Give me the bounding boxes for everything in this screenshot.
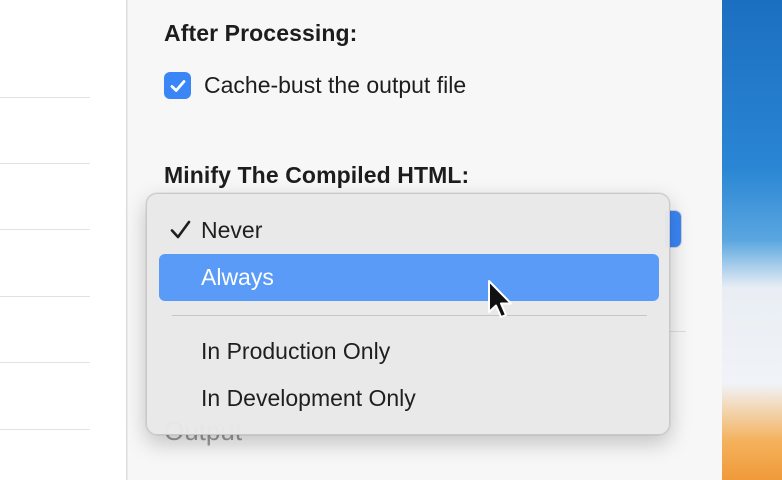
after-processing-heading: After Processing:	[164, 20, 358, 46]
list-row-divider	[0, 97, 90, 98]
cache-bust-option[interactable]: Cache-bust the output file	[164, 72, 466, 99]
menu-item-label: Never	[201, 217, 263, 243]
app-window: After Processing: Cache-bust the output …	[0, 0, 782, 480]
minify-dropdown-menu: Never Always In Production Only In Devel…	[146, 193, 670, 435]
menu-separator	[172, 315, 647, 316]
list-row-divider	[0, 296, 90, 297]
list-row-divider	[0, 229, 90, 230]
mouse-pointer-icon	[488, 280, 512, 318]
checkmark-icon	[170, 79, 185, 92]
menu-item-label: In Development Only	[201, 385, 416, 411]
list-row-divider	[0, 362, 90, 363]
cache-bust-label: Cache-bust the output file	[204, 72, 467, 98]
checkmark-icon	[170, 220, 191, 239]
menu-item-always[interactable]: Always	[159, 254, 659, 301]
list-row-divider	[0, 163, 90, 164]
list-row-divider	[0, 429, 90, 430]
menu-item-in-development-only[interactable]: In Development Only	[159, 375, 659, 422]
menu-item-label: In Production Only	[201, 338, 391, 364]
cache-bust-checkbox[interactable]	[164, 72, 191, 99]
file-list-pane	[0, 0, 127, 480]
minify-heading: Minify The Compiled HTML:	[164, 162, 470, 188]
menu-item-never[interactable]: Never	[159, 207, 659, 254]
menu-item-label: Always	[201, 264, 274, 290]
desktop-wallpaper	[722, 0, 782, 480]
menu-item-in-production-only[interactable]: In Production Only	[159, 328, 659, 375]
